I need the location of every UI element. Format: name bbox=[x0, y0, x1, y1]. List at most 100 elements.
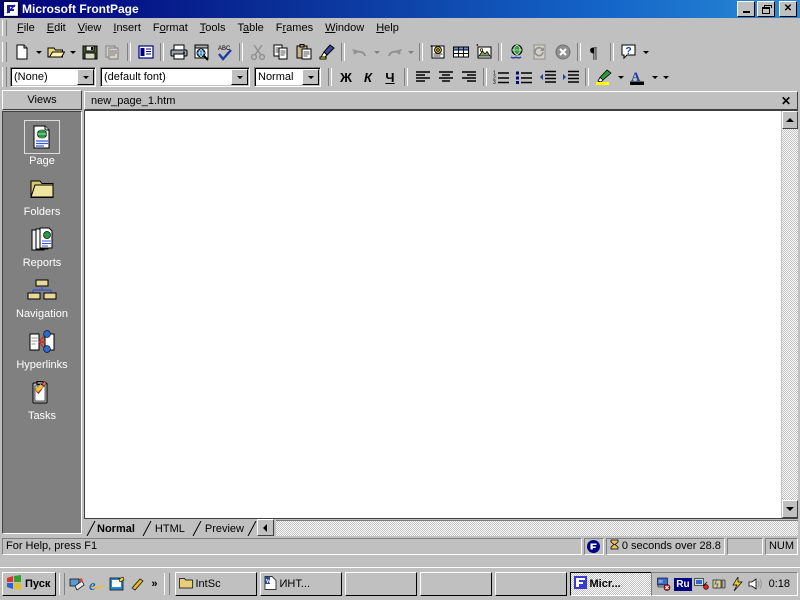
undo-button[interactable] bbox=[348, 41, 371, 63]
task-button-word[interactable]: W ИНТ... bbox=[259, 572, 342, 596]
menu-window[interactable]: Window bbox=[319, 20, 370, 36]
format-painter-button[interactable] bbox=[315, 41, 338, 63]
font-size-combo[interactable]: Normal bbox=[254, 67, 321, 87]
folder-list-button[interactable] bbox=[134, 41, 157, 63]
spelling-button[interactable]: ABC bbox=[213, 41, 236, 63]
font-size-combo-arrow[interactable] bbox=[302, 69, 319, 85]
menu-frames[interactable]: Frames bbox=[270, 20, 319, 36]
new-page-button[interactable] bbox=[10, 41, 33, 63]
open-button[interactable] bbox=[44, 41, 67, 63]
start-button[interactable]: Пуск bbox=[2, 572, 57, 596]
media-player-icon[interactable] bbox=[128, 575, 146, 593]
open-dropdown[interactable] bbox=[67, 41, 78, 63]
bulleted-list-button[interactable] bbox=[513, 66, 536, 88]
font-combo-arrow[interactable] bbox=[231, 69, 248, 85]
close-button[interactable]: ✕ bbox=[779, 1, 797, 17]
sidebar-item-page[interactable]: Page bbox=[3, 120, 81, 167]
insert-hyperlink-button[interactable] bbox=[505, 41, 528, 63]
style-combo[interactable]: (None) bbox=[10, 67, 96, 87]
paste-button[interactable] bbox=[292, 41, 315, 63]
outlook-express-icon[interactable] bbox=[108, 575, 126, 593]
refresh-button[interactable] bbox=[528, 41, 551, 63]
restore-button[interactable] bbox=[757, 1, 775, 17]
decrease-indent-button[interactable] bbox=[536, 66, 559, 88]
align-right-button[interactable] bbox=[457, 66, 480, 88]
task-button-empty-1[interactable] bbox=[344, 572, 417, 596]
menu-file[interactable]: File bbox=[11, 20, 41, 36]
flash-icon[interactable] bbox=[730, 576, 746, 592]
scroll-up-button[interactable] bbox=[782, 111, 798, 129]
underline-button[interactable]: Ч bbox=[379, 67, 401, 88]
numbered-list-button[interactable]: 1 2 3 bbox=[490, 66, 513, 88]
menu-format[interactable]: Format bbox=[147, 20, 194, 36]
document-tab[interactable]: new_page_1.htm ✕ bbox=[84, 91, 798, 110]
align-left-button[interactable] bbox=[411, 66, 434, 88]
font-combo[interactable]: (default font) bbox=[100, 67, 250, 87]
task-button-intsc[interactable]: IntSc bbox=[174, 572, 257, 596]
tab-scroll-left-button[interactable] bbox=[256, 519, 274, 536]
tab-html[interactable]: HTML bbox=[142, 521, 194, 536]
network-icon[interactable] bbox=[694, 576, 710, 592]
menu-help[interactable]: Help bbox=[370, 20, 405, 36]
formatting-toolbar-grip[interactable] bbox=[2, 67, 7, 87]
italic-button[interactable]: К bbox=[357, 67, 379, 88]
show-desktop-icon[interactable] bbox=[68, 575, 86, 593]
sidebar-item-reports[interactable]: Reports bbox=[3, 224, 81, 269]
stop-button[interactable] bbox=[551, 41, 574, 63]
task-button-empty-2[interactable] bbox=[419, 572, 492, 596]
sidebar-item-tasks[interactable]: Tasks bbox=[3, 377, 81, 422]
menu-table[interactable]: Table bbox=[231, 20, 269, 36]
cut-button[interactable] bbox=[246, 41, 269, 63]
print-button[interactable] bbox=[167, 41, 190, 63]
insert-table-button[interactable] bbox=[449, 41, 472, 63]
standard-toolbar-grip[interactable] bbox=[2, 42, 7, 62]
preview-in-browser-button[interactable] bbox=[190, 41, 213, 63]
tab-preview[interactable]: Preview bbox=[192, 521, 257, 536]
sidebar-item-folders[interactable]: Folders bbox=[3, 173, 81, 218]
page-editing-canvas[interactable] bbox=[85, 111, 781, 518]
menu-tools[interactable]: Tools bbox=[194, 20, 232, 36]
scroll-down-button[interactable] bbox=[782, 500, 798, 518]
scrollbar-trough[interactable] bbox=[782, 129, 798, 500]
align-center-button[interactable] bbox=[434, 66, 457, 88]
help-dropdown[interactable] bbox=[640, 41, 651, 63]
menu-edit[interactable]: Edit bbox=[41, 20, 72, 36]
menu-view[interactable]: View bbox=[72, 20, 108, 36]
frontpage-status-icon[interactable] bbox=[583, 537, 604, 555]
minimize-button[interactable] bbox=[737, 1, 755, 17]
tab-normal[interactable]: Normal bbox=[86, 521, 144, 536]
quick-launch-overflow[interactable]: » bbox=[151, 578, 157, 590]
font-color-dropdown[interactable] bbox=[649, 66, 660, 88]
modem-icon[interactable]: 38 bbox=[656, 576, 672, 592]
toolbar-options-button[interactable] bbox=[660, 66, 671, 88]
menu-insert[interactable]: Insert bbox=[107, 20, 147, 36]
undo-dropdown[interactable] bbox=[371, 41, 382, 63]
style-combo-arrow[interactable] bbox=[77, 69, 94, 85]
redo-button[interactable] bbox=[382, 41, 405, 63]
taskbar-clock[interactable]: 0:18 bbox=[766, 578, 793, 590]
internet-explorer-icon[interactable]: e bbox=[88, 575, 106, 593]
save-button[interactable] bbox=[78, 41, 101, 63]
copy-button[interactable] bbox=[269, 41, 292, 63]
help-button[interactable]: ? bbox=[617, 41, 640, 63]
bold-button[interactable]: Ж bbox=[335, 67, 357, 88]
vertical-scrollbar[interactable] bbox=[781, 111, 798, 518]
task-button-empty-3[interactable] bbox=[494, 572, 567, 596]
insert-component-button[interactable] bbox=[426, 41, 449, 63]
insert-picture-button[interactable] bbox=[472, 41, 495, 63]
font-color-button[interactable]: A bbox=[626, 66, 649, 88]
redo-dropdown[interactable] bbox=[405, 41, 416, 63]
volume-icon[interactable] bbox=[748, 576, 764, 592]
increase-indent-button[interactable] bbox=[559, 66, 582, 88]
sidebar-item-hyperlinks[interactable]: Hyperlinks bbox=[3, 326, 81, 371]
new-page-dropdown[interactable] bbox=[33, 41, 44, 63]
show-all-button[interactable]: ¶ bbox=[584, 41, 607, 63]
task-button-frontpage[interactable]: Micr... bbox=[569, 572, 652, 596]
highlight-button[interactable] bbox=[592, 66, 615, 88]
publish-web-button[interactable] bbox=[101, 41, 124, 63]
menubar-grip[interactable] bbox=[2, 20, 7, 36]
highlight-dropdown[interactable] bbox=[615, 66, 626, 88]
power-icon[interactable] bbox=[712, 576, 728, 592]
sidebar-item-navigation[interactable]: Navigation bbox=[3, 275, 81, 320]
language-indicator[interactable]: Ru bbox=[674, 577, 692, 591]
